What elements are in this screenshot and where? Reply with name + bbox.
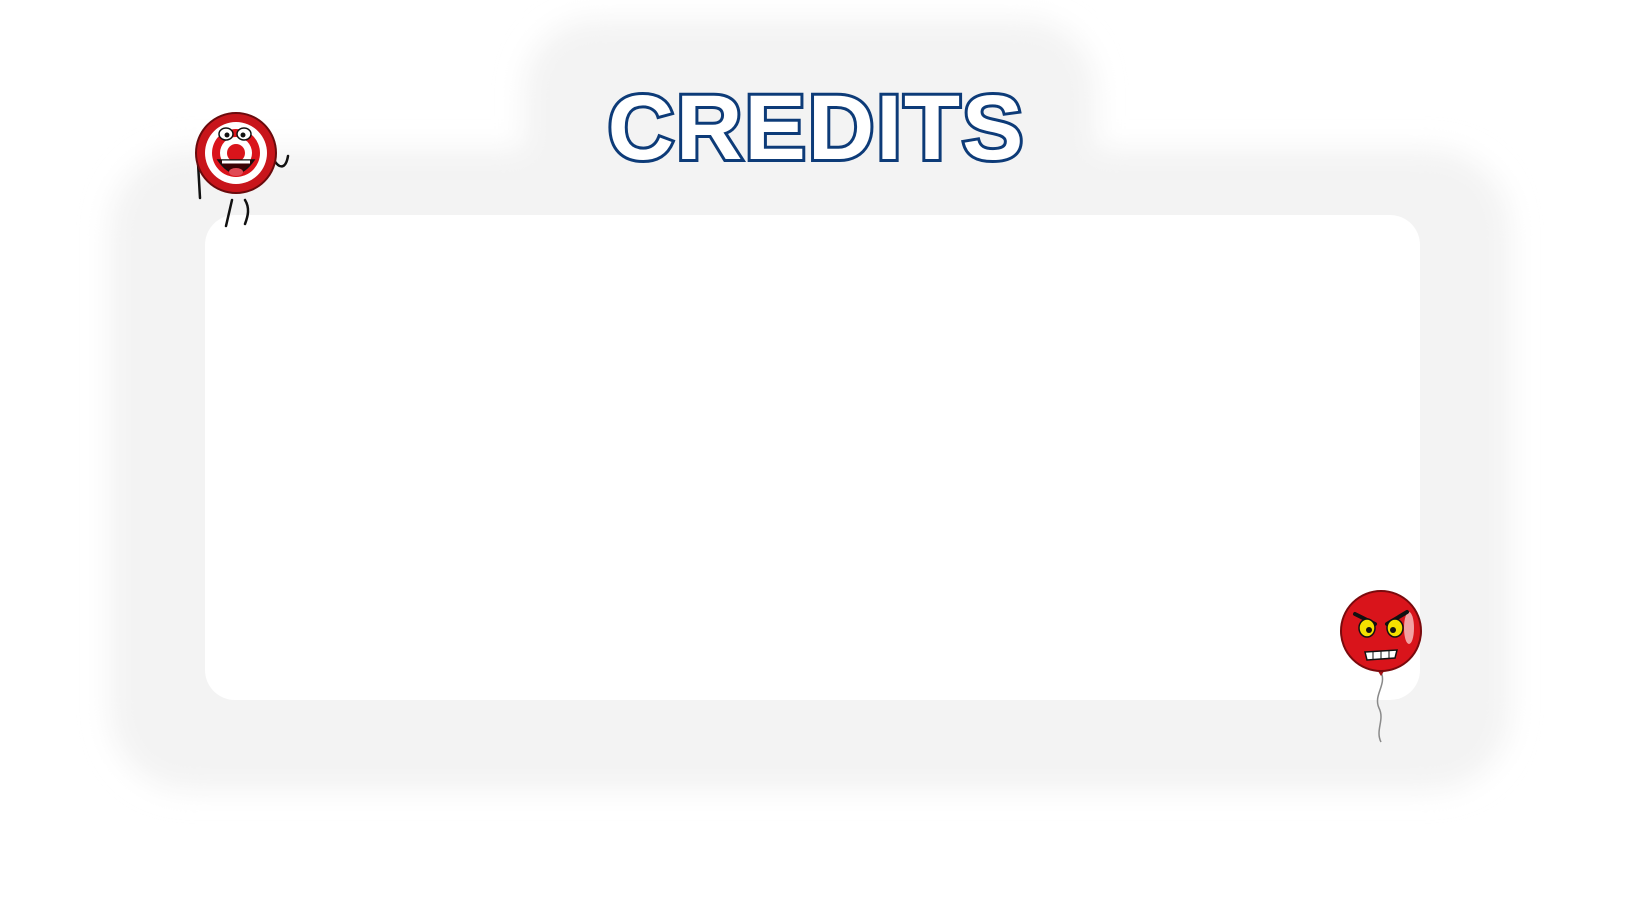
credits-title: CREDITS	[605, 77, 1027, 179]
credits-screen: CREDITS	[0, 0, 1633, 910]
target-character-icon	[195, 112, 290, 228]
angry-balloon-character-icon	[1340, 590, 1422, 743]
